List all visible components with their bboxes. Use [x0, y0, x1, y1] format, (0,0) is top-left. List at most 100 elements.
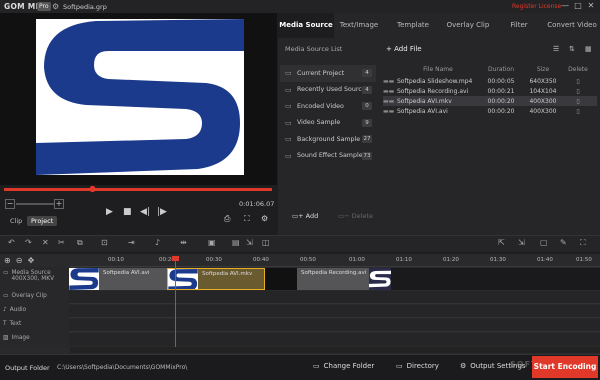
ruler-tick: 00:50 — [300, 257, 316, 263]
folder-icon: ▭ — [285, 102, 292, 111]
undo-icon[interactable]: ↶ — [8, 238, 15, 248]
tab-text-image[interactable]: Text/Image — [334, 13, 384, 38]
file-row[interactable]: ▬▬ Softpedia Slideshow.mp4 00:00:05 640X350… — [383, 76, 597, 86]
directory-button[interactable]: ▭ Directory — [396, 362, 439, 370]
tab-convert-video[interactable]: Convert Video — [544, 13, 600, 38]
source-item-encoded-video[interactable]: ▭ Encoded Video 0 — [280, 98, 376, 115]
source-item-current-project[interactable]: ▭ Current Project 4 — [280, 65, 376, 82]
copy-icon[interactable]: ⧉ — [77, 238, 83, 248]
tab-clip[interactable]: Clip — [6, 216, 26, 226]
snapshot-icon[interactable]: ⎙ — [224, 214, 230, 224]
maximize-button[interactable]: □ — [573, 1, 583, 11]
export-clip-icon[interactable]: ⇲ — [518, 238, 525, 248]
track-image[interactable]: ▨ Image — [3, 335, 30, 341]
zoom-in-button[interactable]: + — [54, 199, 64, 209]
open-folder-icon: ▭ — [396, 362, 403, 370]
preview-frame — [36, 19, 244, 175]
tab-media-source[interactable]: Media Source — [278, 13, 334, 38]
seek-bar[interactable] — [4, 188, 272, 191]
timeline-clip-selected[interactable]: Softpedia AVI.mkv — [167, 268, 265, 290]
frame-icon[interactable]: ▢ — [540, 238, 548, 248]
fit-icon[interactable]: ✥ — [28, 256, 35, 265]
trash-icon[interactable]: ▯ — [563, 98, 593, 105]
pro-badge: Pro — [37, 2, 51, 11]
delete-source-button[interactable]: ▭− Delete — [338, 212, 373, 220]
tab-template[interactable]: Template — [384, 13, 442, 38]
list-view-icon[interactable]: ☰ — [553, 45, 563, 53]
gear-icon[interactable]: ⚙ — [52, 2, 59, 11]
clip-thumbnail — [369, 268, 391, 290]
speed-icon[interactable]: ⇥ — [128, 238, 135, 248]
source-item-sound-effect-sample[interactable]: ▭ Sound Effect Sample 73 — [280, 148, 376, 165]
source-item-recently-used[interactable]: ▭ Recently Used Source 4 — [280, 82, 376, 99]
fullscreen-icon[interactable]: ⛶ — [244, 214, 250, 224]
playhead[interactable] — [175, 258, 176, 350]
register-license-link[interactable]: Register License — [512, 3, 561, 10]
close-button[interactable]: ✕ — [586, 1, 596, 11]
delete-folder-icon: ▭− — [338, 212, 352, 220]
cut-icon[interactable]: ✂ — [58, 238, 65, 248]
audio-icon[interactable]: ♪ — [155, 238, 160, 248]
timeline-ruler[interactable] — [70, 255, 600, 267]
add-folder-icon: ▭+ — [292, 212, 306, 220]
delete-clip-icon[interactable]: ✕ — [42, 238, 49, 248]
grid-view-icon[interactable]: ▦ — [585, 45, 595, 53]
prev-frame-icon[interactable]: ◀| — [140, 207, 150, 217]
tab-overlay-clip[interactable]: Overlay Clip — [442, 13, 494, 38]
zoom-in-icon[interactable]: ⊕ — [4, 256, 11, 265]
text-icon: T — [3, 321, 7, 327]
edit-icon[interactable]: ✎ — [560, 238, 567, 248]
import-icon[interactable]: ⇱ — [498, 238, 505, 248]
source-item-video-sample[interactable]: ▭ Video Sample 9 — [280, 115, 376, 132]
timeline-clip-gap[interactable] — [265, 268, 297, 290]
folder-icon: ▭ — [285, 85, 292, 94]
timeline-zoom-controls: ⊕ ⊖ ✥ — [4, 256, 34, 266]
trash-icon[interactable]: ▯ — [563, 78, 593, 85]
add-source-button[interactable]: ▭+ Add — [292, 212, 318, 220]
zoom-out-button[interactable]: − — [5, 199, 15, 209]
play-icon[interactable]: ▶ — [106, 207, 113, 217]
track-overlay-clip[interactable]: ▭ Overlay Clip — [3, 293, 47, 299]
crop-icon[interactable]: ⊡ — [101, 238, 108, 248]
redo-icon[interactable]: ↷ — [25, 238, 32, 248]
source-list: ▭ Current Project 4 ▭ Recently Used Source 4… — [280, 65, 376, 207]
file-row[interactable]: ▬▬ Softpedia Recording.avi 00:00:21 104X104… — [383, 86, 597, 96]
track-text[interactable]: T Text — [3, 321, 21, 327]
file-row[interactable]: ▬▬ Softpedia AVI.mkv 00:00:20 400X300 ▯ — [383, 96, 597, 106]
track-audio[interactable]: ♪ Audio — [3, 307, 26, 313]
split-icon[interactable]: ⇹ — [180, 238, 187, 248]
seek-thumb[interactable] — [90, 186, 96, 192]
tab-project[interactable]: Project — [27, 216, 58, 226]
tab-filter[interactable]: Filter — [494, 13, 544, 38]
sort-icon[interactable]: ⇅ — [569, 45, 579, 53]
ruler-tick: 01:50 — [576, 257, 592, 263]
file-row[interactable]: ▬▬ Softpedia AVI.avi 00:00:20 400X300 ▯ — [383, 106, 597, 116]
track-media-source[interactable]: ▭ Media Source 400X300, MKV — [3, 270, 54, 282]
start-encoding-button[interactable]: Start Encoding — [532, 356, 598, 378]
timeline-clip[interactable]: Softpedia AVI.avi — [69, 268, 167, 290]
snapshot-tool-icon[interactable]: ◫ — [262, 238, 270, 248]
fullscreen-tool-icon[interactable]: ⛶ — [580, 238, 586, 248]
settings-icon[interactable]: ⚙ — [261, 214, 268, 224]
stop-icon[interactable]: ■ — [123, 207, 132, 217]
output-folder-path[interactable]: C:\Users\Softpedia\Documents\GOMMixPro\ — [57, 364, 187, 371]
trash-icon[interactable]: ▯ — [563, 88, 593, 95]
output-folder-label: Output Folder — [5, 364, 50, 372]
screen-icon[interactable]: ▣ — [208, 238, 216, 248]
export-icon[interactable]: ⇲ — [246, 238, 253, 248]
zoom-slider[interactable] — [16, 203, 54, 205]
output-settings-button[interactable]: ⚙ Output Settings — [460, 362, 526, 370]
next-frame-icon[interactable]: |▶ — [157, 207, 167, 217]
add-file-button[interactable]: + Add File — [386, 45, 422, 53]
timeline-scrollbar[interactable] — [70, 347, 600, 353]
minimize-button[interactable]: — — [560, 1, 570, 11]
timeline-clip[interactable] — [369, 268, 391, 290]
overlay-icon: ▭ — [3, 293, 9, 299]
zoom-out-icon[interactable]: ⊖ — [16, 256, 23, 265]
image-icon[interactable]: ▤ — [232, 238, 240, 248]
folder-icon: ▭ — [285, 118, 292, 127]
source-item-background-sample[interactable]: ▭ Background Sample 27 — [280, 131, 376, 148]
change-folder-button[interactable]: ▭ Change Folder — [313, 362, 374, 370]
timeline-clip[interactable]: Softpedia Recording.avi — [297, 268, 369, 290]
trash-icon[interactable]: ▯ — [563, 108, 593, 115]
